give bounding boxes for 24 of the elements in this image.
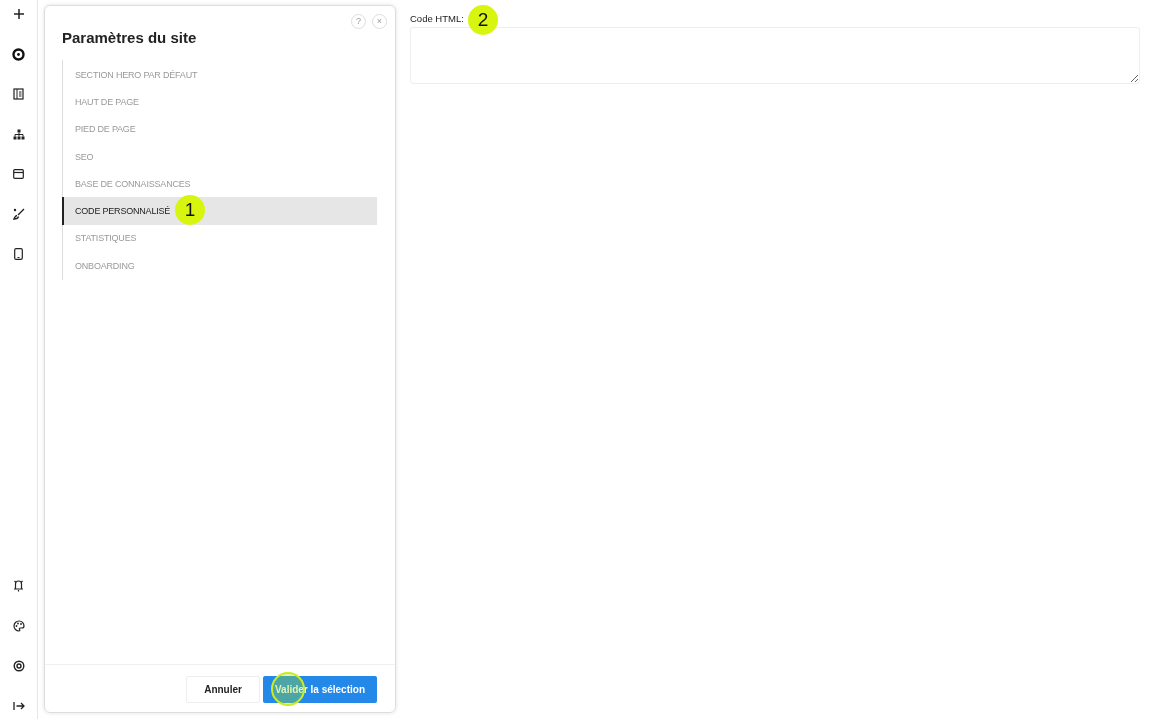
- brush-icon[interactable]: [12, 208, 25, 220]
- cancel-button[interactable]: Annuler: [186, 676, 260, 703]
- help-button[interactable]: ?: [351, 14, 366, 29]
- book-icon[interactable]: [13, 88, 24, 100]
- phone-icon[interactable]: [14, 248, 23, 260]
- settings-menu-item[interactable]: HAUT DE PAGE: [63, 88, 377, 116]
- settings-menu-item[interactable]: PIED DE PAGE: [63, 115, 377, 143]
- field-label: Code HTML:: [410, 13, 464, 24]
- bell-icon[interactable]: [13, 580, 24, 592]
- settings-menu-item[interactable]: ONBOARDING: [63, 252, 377, 280]
- settings-icon[interactable]: [12, 660, 25, 672]
- settings-menu-item[interactable]: BASE DE CONNAISSANCES: [63, 170, 377, 198]
- settings-menu-item[interactable]: STATISTIQUES: [63, 224, 377, 253]
- window-icon[interactable]: [13, 169, 24, 179]
- panel-title: Paramètres du site: [62, 29, 198, 46]
- logo-icon[interactable]: [12, 47, 25, 61]
- close-button[interactable]: ×: [372, 14, 387, 29]
- sitemap-icon[interactable]: [12, 128, 25, 140]
- palette-icon[interactable]: [12, 620, 25, 632]
- html-code-field[interactable]: [410, 27, 1140, 84]
- plus-icon[interactable]: [12, 8, 25, 20]
- settings-menu-item[interactable]: SEO: [63, 142, 377, 171]
- logout-icon[interactable]: [12, 701, 25, 711]
- settings-menu-item[interactable]: SECTION HERO PAR DÉFAUT: [63, 61, 377, 89]
